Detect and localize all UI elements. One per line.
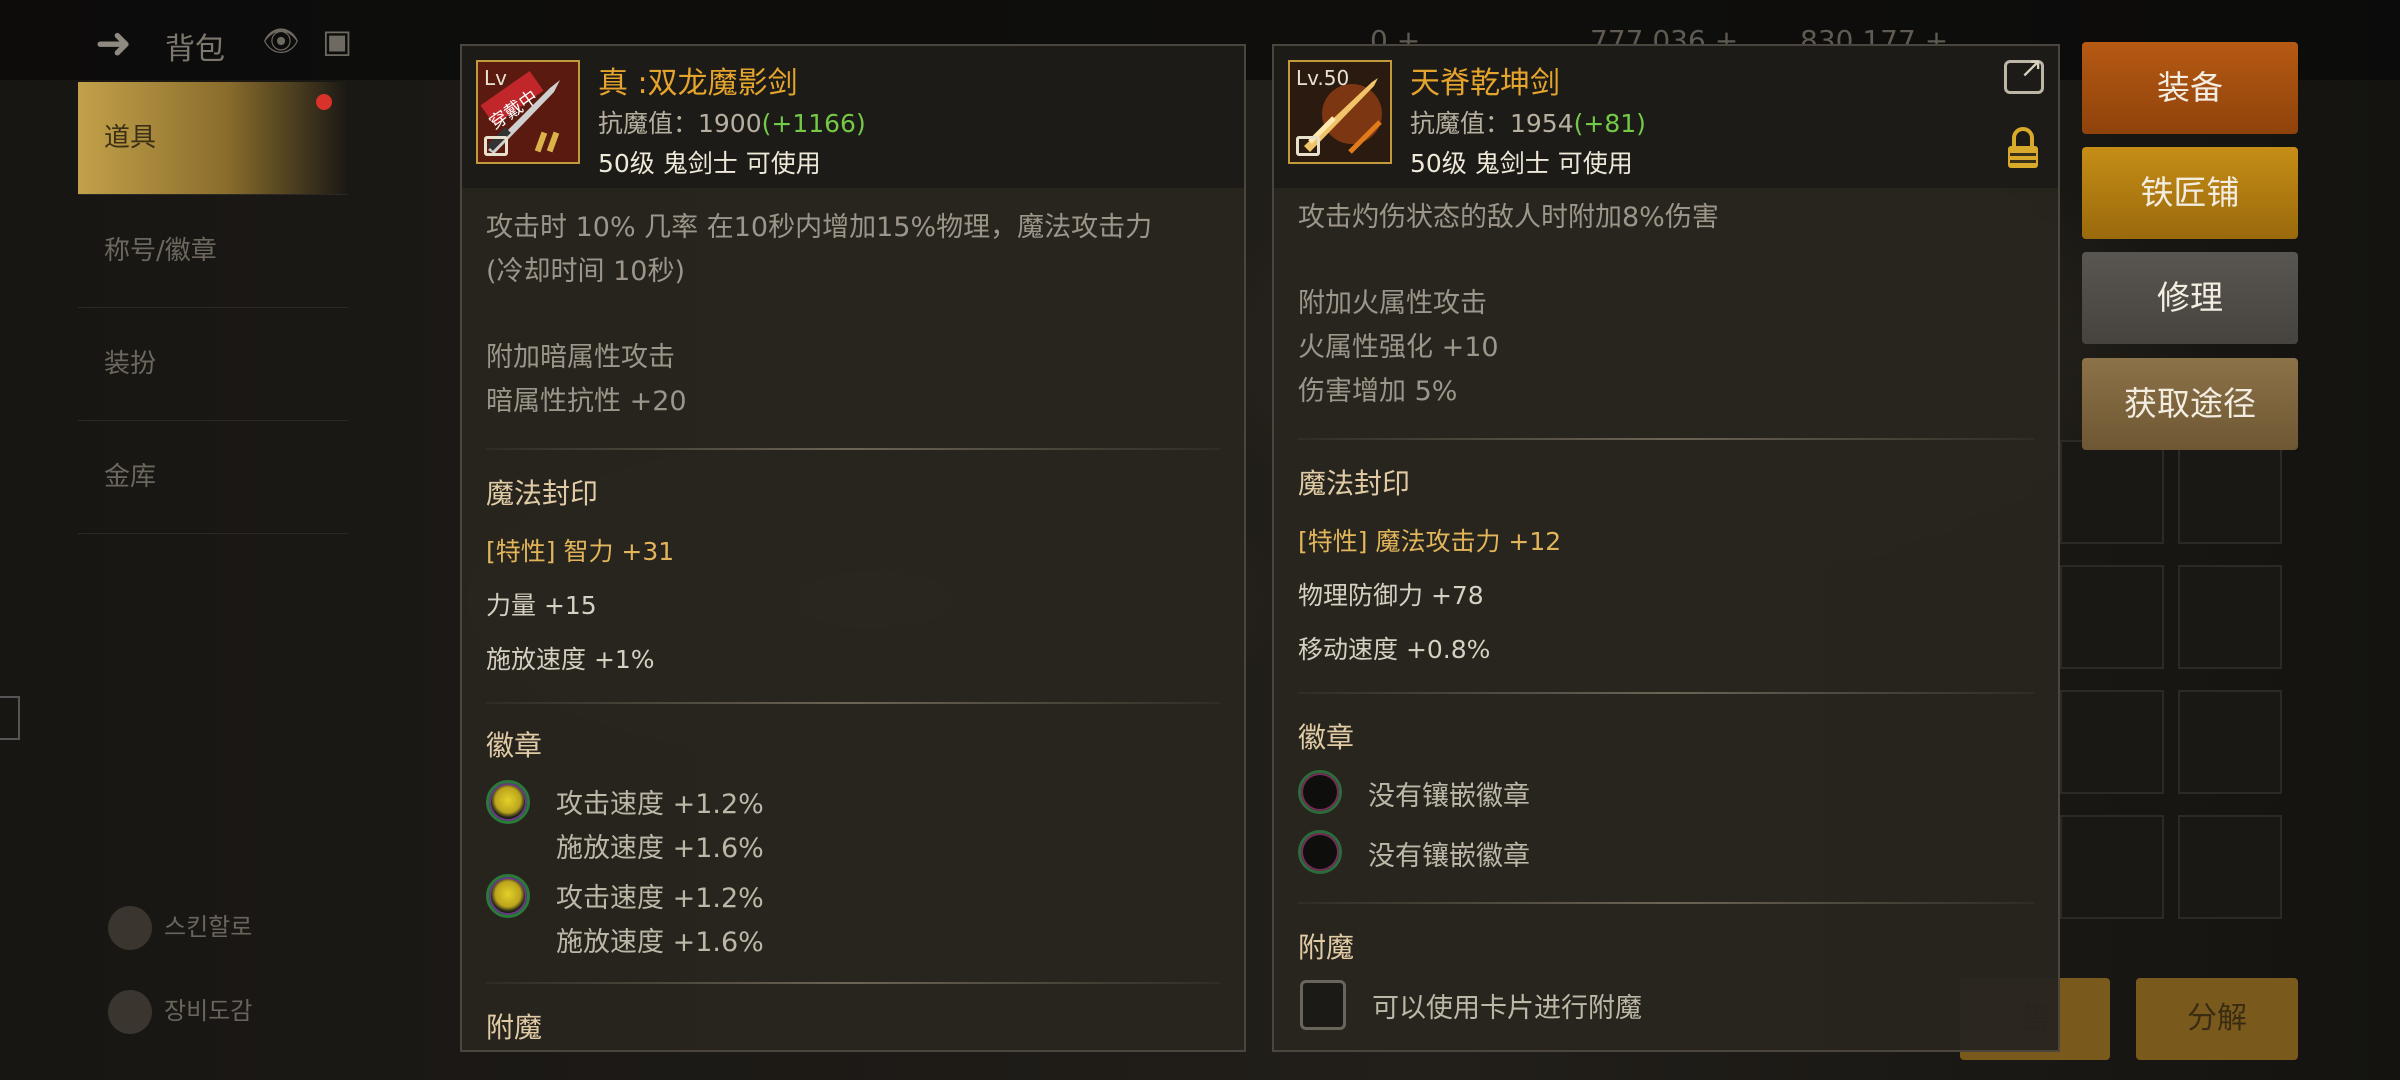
- seal-stat: [特性] 智力 +31: [486, 537, 675, 566]
- empty-emblem-socket-icon: [1298, 830, 1342, 874]
- attribute-line: 伤害增加 5%: [1298, 376, 1458, 407]
- magic-resist-value: 抗魔值：1900: [598, 109, 762, 138]
- notification-dot: [316, 94, 332, 110]
- item-requirement: 50级 鬼剑士 可使用: [598, 149, 821, 178]
- side-menu-item-avatar[interactable]: 装扮: [78, 308, 348, 421]
- emblem-stat: 施放速度 +1.6%: [556, 833, 764, 864]
- inventory-slot[interactable]: [2060, 690, 2164, 794]
- item-level-badge: Lv: [484, 66, 507, 90]
- item-requirement: 50级 鬼剑士 可使用: [1410, 149, 1633, 178]
- inventory-title: 背包: [165, 32, 225, 67]
- inventory-slot[interactable]: [2178, 690, 2282, 794]
- seal-stat: 施放速度 +1%: [486, 645, 655, 674]
- divider: [486, 982, 1220, 984]
- magic-resist-value: 抗魔值：1954: [1410, 109, 1574, 138]
- repair-button[interactable]: 修理: [2082, 252, 2298, 344]
- inventory-side-menu: 道具 称号/徽章 装扮 金库: [78, 82, 348, 534]
- side-menu-item-titles[interactable]: 称号/徽章: [78, 195, 348, 308]
- book-icon[interactable]: ▣: [322, 22, 352, 60]
- seal-stat: 物理防御力 +78: [1298, 581, 1484, 610]
- skin-icon: [108, 906, 152, 950]
- item-name: 真 :双龙魔影剑: [598, 66, 798, 101]
- emblem-empty-text: 没有镶嵌徽章: [1368, 781, 1530, 812]
- magic-resist-bonus: (+1166): [761, 109, 866, 138]
- bottom-link-label: 장비도감: [164, 997, 253, 1025]
- attribute-line: 附加火属性攻击: [1298, 288, 1487, 319]
- effect-line: 攻击时 10% 几率 在10秒内增加15%物理，魔法攻击力: [486, 212, 1153, 243]
- bottom-link-skin[interactable]: 스킨할로: [108, 906, 252, 950]
- divider: [486, 448, 1220, 450]
- enchant-card-slot[interactable]: [1300, 980, 1346, 1030]
- effect-line: (冷却时间 10秒): [486, 256, 686, 287]
- side-menu-item-vault[interactable]: 金库: [78, 421, 348, 534]
- emblem-empty-text: 没有镶嵌徽章: [1368, 841, 1530, 872]
- seal-stat: 力量 +15: [486, 591, 597, 620]
- enchant-title: 附魔: [486, 1011, 543, 1044]
- empty-emblem-socket-icon: [1298, 770, 1342, 814]
- inventory-slot[interactable]: [2178, 440, 2282, 544]
- emblem-stat: 攻击速度 +1.2%: [556, 883, 764, 914]
- codex-icon: [108, 990, 152, 1034]
- bottom-link-codex[interactable]: 장비도감: [108, 990, 252, 1034]
- compared-item-tooltip: Lv.50 天脊乾坤剑 抗魔值：1954(+81) 50级 鬼剑士 可使用 攻击…: [1272, 44, 2060, 1052]
- emblem-stat: 攻击速度 +1.2%: [556, 789, 764, 820]
- emblem-title: 徽章: [486, 729, 543, 762]
- side-menu-item-items[interactable]: 道具: [78, 82, 348, 195]
- lock-icon[interactable]: [2006, 126, 2040, 170]
- share-icon[interactable]: [2004, 51, 2044, 94]
- magic-resist: 抗魔值：1900(+1166): [598, 104, 866, 140]
- divider: [1298, 902, 2034, 904]
- divider: [1298, 438, 2034, 440]
- bind-lock-icon: [1296, 136, 1320, 156]
- seal-stat: [特性] 魔法攻击力 +12: [1298, 527, 1562, 556]
- item-name: 天脊乾坤剑: [1410, 66, 1560, 101]
- edge-tab[interactable]: [0, 696, 20, 740]
- emblem-title: 徽章: [1298, 721, 1355, 754]
- inventory-slot[interactable]: [2178, 815, 2282, 919]
- divider: [1298, 692, 2034, 694]
- item-level-badge: Lv.50: [1296, 66, 1350, 90]
- attribute-line: 火属性强化 +10: [1298, 332, 1499, 363]
- inventory-slot[interactable]: [2060, 565, 2164, 669]
- item-header: Lv 穿戴中 真 :双龙魔影剑 抗魔值：1900(+1166) 50级 鬼剑士 …: [462, 46, 1244, 188]
- effect-line: 攻击灼伤状态的敌人时附加8%伤害: [1298, 202, 1719, 233]
- item-header: Lv.50 天脊乾坤剑 抗魔值：1954(+81) 50级 鬼剑士 可使用: [1274, 46, 2058, 188]
- equip-button[interactable]: 装备: [2082, 42, 2298, 134]
- disassemble-button[interactable]: 分解: [2136, 978, 2298, 1060]
- bottom-link-label: 스킨할로: [164, 913, 253, 941]
- magic-seal-title: 魔法封印: [1298, 467, 1411, 500]
- divider: [486, 702, 1220, 704]
- obtain-source-button[interactable]: 获取途径: [2082, 358, 2298, 450]
- equipped-item-tooltip: Lv 穿戴中 真 :双龙魔影剑 抗魔值：1900(+1166) 50级 鬼剑士 …: [460, 44, 1246, 1052]
- seal-stat: 移动速度 +0.8%: [1298, 635, 1491, 664]
- enchant-title: 附魔: [1298, 931, 1355, 964]
- inventory-slot[interactable]: [2060, 440, 2164, 544]
- item-icon: Lv.50: [1288, 60, 1392, 164]
- item-icon: Lv 穿戴中: [476, 60, 580, 164]
- inventory-slot[interactable]: [2060, 815, 2164, 919]
- blacksmith-button[interactable]: 铁匠铺: [2082, 147, 2298, 239]
- magic-resist-bonus: (+81): [1573, 109, 1646, 138]
- attribute-line: 暗属性抗性 +20: [486, 386, 687, 417]
- attribute-line: 附加暗属性攻击: [486, 342, 675, 373]
- emblem-stat: 施放速度 +1.6%: [556, 927, 764, 958]
- emblem-socket-icon: [486, 780, 530, 824]
- back-arrow-icon[interactable]: ➜: [95, 18, 132, 69]
- bind-lock-icon: [484, 136, 508, 156]
- view-icon[interactable]: 👁: [262, 24, 300, 59]
- magic-seal-title: 魔法封印: [486, 477, 599, 510]
- inventory-slot[interactable]: [2178, 565, 2282, 669]
- emblem-socket-icon: [486, 874, 530, 918]
- enchant-text: 可以使用卡片进行附魔: [1372, 993, 1642, 1024]
- magic-resist: 抗魔值：1954(+81): [1410, 104, 1646, 140]
